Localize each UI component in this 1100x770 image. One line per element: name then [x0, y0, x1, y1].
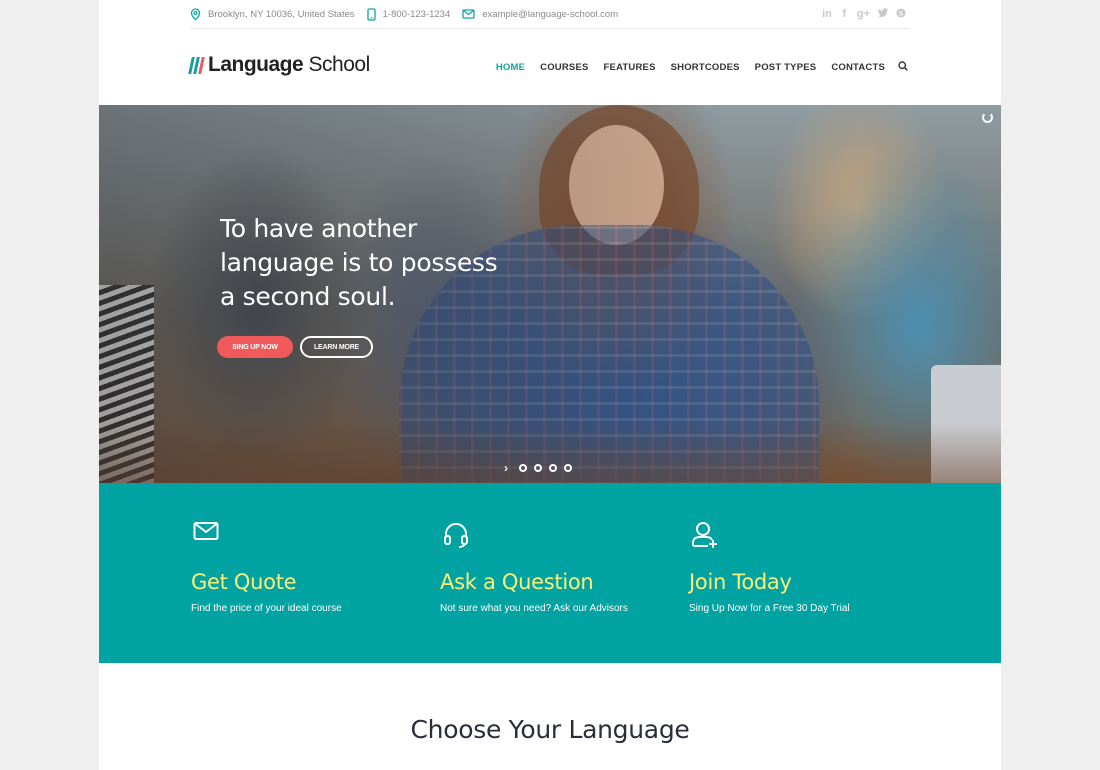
nav-item-home[interactable]: HOME [496, 62, 525, 73]
svg-text:S: S [899, 10, 904, 17]
next-slide-arrow-icon[interactable]: › [504, 461, 508, 475]
feature-text: Sing Up Now for a Free 30 Day Trial [689, 603, 850, 614]
main-nav: HOME COURSES FEATURES SHORTCODES POST TY… [496, 61, 908, 74]
logo-text-bold: Language [208, 53, 304, 76]
loading-spinner-icon [982, 112, 993, 123]
slide-dot[interactable] [564, 464, 572, 472]
slide-dot[interactable] [534, 464, 542, 472]
envelope-icon [193, 521, 219, 546]
section-title: Choose Your Language [410, 715, 690, 744]
nav-item-contacts[interactable]: CONTACTS [831, 62, 885, 73]
nav-item-features[interactable]: FEATURES [604, 62, 656, 73]
features-band: Get Quote Find the price of your ideal c… [99, 483, 1001, 663]
search-icon[interactable] [898, 61, 908, 74]
phone-info: 1-800-123-1234 [366, 7, 451, 21]
hero-title-line: a second soul. [220, 282, 396, 311]
hero-slider: To have another language is to possess a… [99, 105, 1001, 483]
address-info: Brooklyn, NY 10036, United States [190, 8, 355, 20]
linkedin-icon[interactable]: in [822, 8, 832, 21]
feature-title: Get Quote [191, 570, 297, 594]
slider-pagination: › [504, 461, 572, 475]
feature-text: Find the price of your ideal course [191, 603, 342, 614]
email-link[interactable]: example@language-school.com [482, 9, 618, 20]
facebook-icon[interactable]: f [840, 8, 849, 21]
hero-title: To have another language is to possess a… [220, 212, 520, 314]
feature-title: Ask a Question [440, 570, 594, 594]
hero-title-line: To have another [220, 214, 417, 243]
learn-more-button[interactable]: LEARN MORE [300, 336, 373, 358]
logo-text: Language School [208, 53, 370, 77]
slide-dot[interactable] [549, 464, 557, 472]
google-plus-icon[interactable]: g+ [857, 8, 870, 21]
address-text: Brooklyn, NY 10036, United States [208, 8, 355, 20]
skype-icon[interactable]: S [896, 8, 906, 21]
twitter-icon[interactable] [878, 8, 888, 21]
phone-icon [366, 7, 376, 21]
envelope-icon [462, 9, 475, 19]
logo[interactable]: Language School [188, 53, 370, 77]
location-pin-icon [190, 8, 201, 20]
nav-item-post-types[interactable]: POST TYPES [755, 62, 817, 73]
phone-text[interactable]: 1-800-123-1234 [383, 9, 451, 20]
feature-title: Join Today [689, 570, 792, 594]
feature-text: Not sure what you need? Ask our Advisors [440, 603, 628, 614]
sign-up-button[interactable]: SING UP NOW [217, 336, 293, 358]
slide-dot[interactable] [519, 464, 527, 472]
hero-title-line: language is to possess [220, 248, 498, 277]
nav-item-courses[interactable]: COURSES [540, 62, 588, 73]
logo-mark-icon [188, 56, 205, 74]
headset-icon [442, 521, 470, 554]
add-user-icon [691, 521, 719, 554]
email-info: example@language-school.com [462, 9, 618, 20]
social-links: in f g+ S [822, 8, 906, 21]
nav-item-shortcodes[interactable]: SHORTCODES [671, 62, 740, 73]
top-info-bar: Brooklyn, NY 10036, United States 1-800-… [190, 0, 910, 29]
logo-text-light: School [303, 53, 371, 76]
page: Brooklyn, NY 10036, United States 1-800-… [99, 0, 1001, 770]
